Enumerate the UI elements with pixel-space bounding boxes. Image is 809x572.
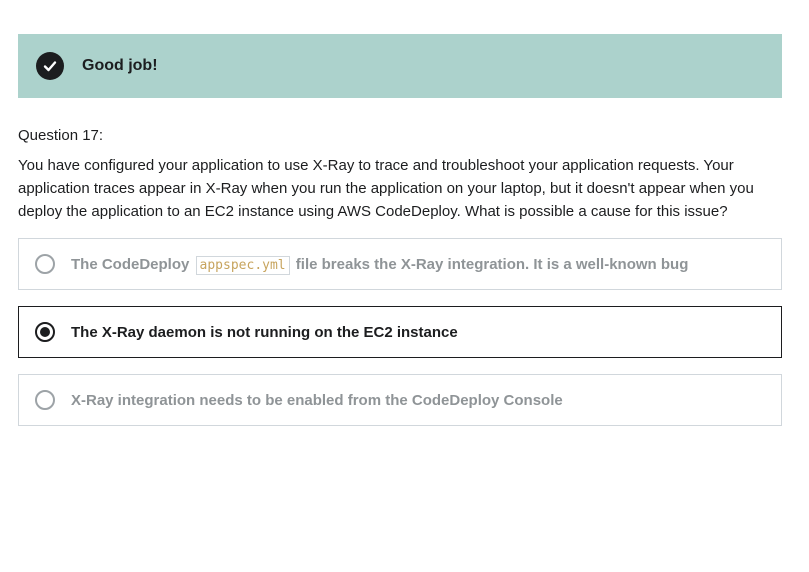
checkmark-icon — [36, 52, 64, 80]
radio-button[interactable] — [35, 254, 55, 274]
quiz-container: Good job! Question 17: You have configur… — [18, 34, 782, 442]
option-text-after: file breaks the X-Ray integration. It is… — [295, 255, 689, 273]
answer-option-label: The CodeDeploy appspec.yml file breaks t… — [71, 255, 689, 275]
radio-dot-icon — [40, 327, 50, 337]
option-text-before: The CodeDeploy — [71, 255, 190, 273]
inline-code: appspec.yml — [195, 255, 290, 275]
result-banner: Good job! — [18, 34, 782, 98]
answer-options: The CodeDeploy appspec.yml file breaks t… — [18, 238, 782, 426]
result-message: Good job! — [82, 57, 158, 74]
radio-button[interactable] — [35, 390, 55, 410]
answer-option-1[interactable]: The CodeDeploy appspec.yml file breaks t… — [18, 238, 782, 290]
answer-option-label: The X-Ray daemon is not running on the E… — [71, 323, 458, 341]
answer-option-label: X-Ray integration needs to be enabled fr… — [71, 391, 563, 409]
answer-option-2[interactable]: The X-Ray daemon is not running on the E… — [18, 306, 782, 358]
radio-button-selected[interactable] — [35, 322, 55, 342]
question-text: You have configured your application to … — [18, 157, 754, 220]
answer-option-3[interactable]: X-Ray integration needs to be enabled fr… — [18, 374, 782, 426]
question-number: Question 17: — [18, 127, 104, 144]
